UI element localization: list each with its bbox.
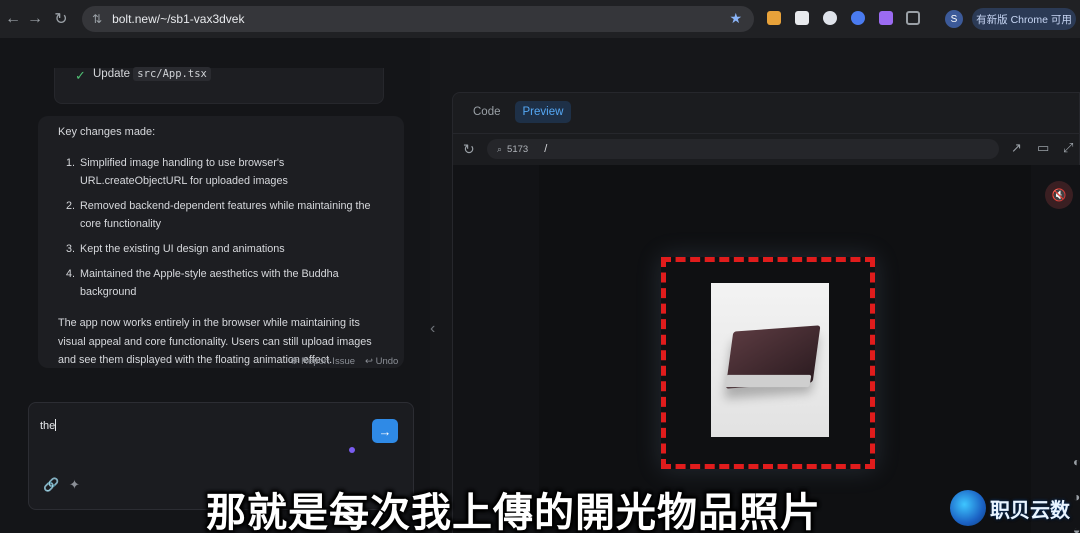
list-item: 4. Maintained the Apple-style aesthetics … [66, 268, 339, 298]
preview-reload-icon[interactable]: ↻ [463, 141, 475, 158]
preview-address-bar[interactable]: ⌕ 5173 / [487, 139, 999, 159]
port-icon: ⌕ [497, 143, 503, 154]
preview-toolbar: ↻ ⌕ 5173 / ↗ ▭ ⤢ [453, 133, 1080, 163]
changes-list: 1. Simplified image handling to use brows… [58, 154, 378, 308]
open-external-icon[interactable]: ↗ [1011, 140, 1022, 156]
screen: ← → ↻ ⇅ bolt.new/~/sb1-vax3dvek ★ S 有新版 … [0, 0, 1080, 533]
workbench: Code Preview ↻ ⌕ 5173 / ↗ ▭ ⤢ 🔇 ◐ ◑ ◒ [452, 92, 1080, 533]
text-caret [55, 419, 57, 431]
reload-icon[interactable]: ↻ [48, 6, 74, 32]
assistant-message: Key changes made: 1. Simplified image han… [38, 116, 404, 368]
file-path: src/App.tsx [133, 67, 211, 81]
preview-path[interactable]: / [544, 143, 547, 155]
chat-panel: ✓ Update src/App.tsx Key changes made: 1… [0, 38, 430, 533]
check-icon: ✓ [75, 68, 86, 83]
url-text: bolt.new/~/sb1-vax3dvek [112, 12, 245, 26]
undo-button[interactable]: ↩ Undo [365, 356, 398, 367]
list-item: 1. Simplified image handling to use brows… [66, 157, 288, 187]
list-item: 3. Kept the existing UI design and animat… [66, 243, 285, 255]
uploaded-photo [711, 283, 829, 437]
product-shadow [724, 374, 812, 388]
side-tool-icon[interactable]: ◑ [1073, 490, 1080, 504]
video-subtitle: 那就是每次我上傳的開光物品照片 [206, 490, 821, 533]
mute-icon[interactable]: 🔇 [1045, 181, 1073, 209]
action-card: ✓ Update src/App.tsx [54, 67, 384, 104]
collapse-panel-icon[interactable]: ‹ [430, 320, 435, 338]
link-icon[interactable]: 🔗 [43, 477, 59, 493]
profile-avatar[interactable]: S [945, 10, 963, 28]
fullscreen-icon[interactable]: ⤢ [1063, 140, 1073, 156]
forward-arrow-icon[interactable]: → [22, 6, 48, 32]
send-button[interactable]: → [372, 419, 398, 443]
message-actions: ⚙ Report Issue ↩ Undo [290, 356, 398, 367]
bookmark-star-icon[interactable]: ★ [729, 10, 742, 27]
watermark-text: 职贝云数 [990, 499, 1070, 522]
extension-icon[interactable] [767, 11, 781, 25]
side-tool-icon[interactable]: ◐ [1073, 455, 1080, 469]
tab-preview[interactable]: Preview [514, 101, 572, 123]
extension-icon[interactable] [851, 11, 865, 25]
list-item: 2. Removed backend-dependent features whi… [66, 200, 371, 230]
puzzle-extensions-icon[interactable] [906, 11, 920, 25]
status-dot [349, 447, 355, 453]
workbench-tabs: Code Preview [465, 101, 572, 123]
report-issue-button[interactable]: ⚙ Report Issue [290, 356, 355, 367]
chrome-update-button[interactable]: 有新版 Chrome 可用 [972, 8, 1076, 30]
device-view-icon[interactable]: ▭ [1037, 140, 1049, 156]
extension-icon[interactable] [879, 11, 893, 25]
address-bar[interactable]: ⇅ bolt.new/~/sb1-vax3dvek ★ [82, 6, 754, 32]
prompt-text[interactable]: the [40, 419, 57, 432]
extension-icon[interactable] [795, 11, 809, 25]
message-heading: Key changes made: [58, 126, 156, 138]
browser-toolbar: ← → ↻ ⇅ bolt.new/~/sb1-vax3dvek ★ S 有新版 … [0, 0, 1080, 38]
tab-code[interactable]: Code [465, 101, 509, 123]
watermark: 职贝云数 [950, 490, 1070, 526]
watermark-logo-icon [950, 490, 986, 526]
site-settings-icon[interactable]: ⇅ [92, 12, 102, 26]
sparkle-icon[interactable]: ✦ [69, 477, 80, 493]
action-label: Update src/App.tsx [93, 67, 211, 81]
extension-icon[interactable] [823, 11, 837, 25]
port-number: 5173 [507, 143, 529, 155]
side-tool-icon[interactable]: ◒ [1073, 523, 1080, 533]
preview-stage: 🔇 ◐ ◑ ◒ [453, 165, 1080, 533]
